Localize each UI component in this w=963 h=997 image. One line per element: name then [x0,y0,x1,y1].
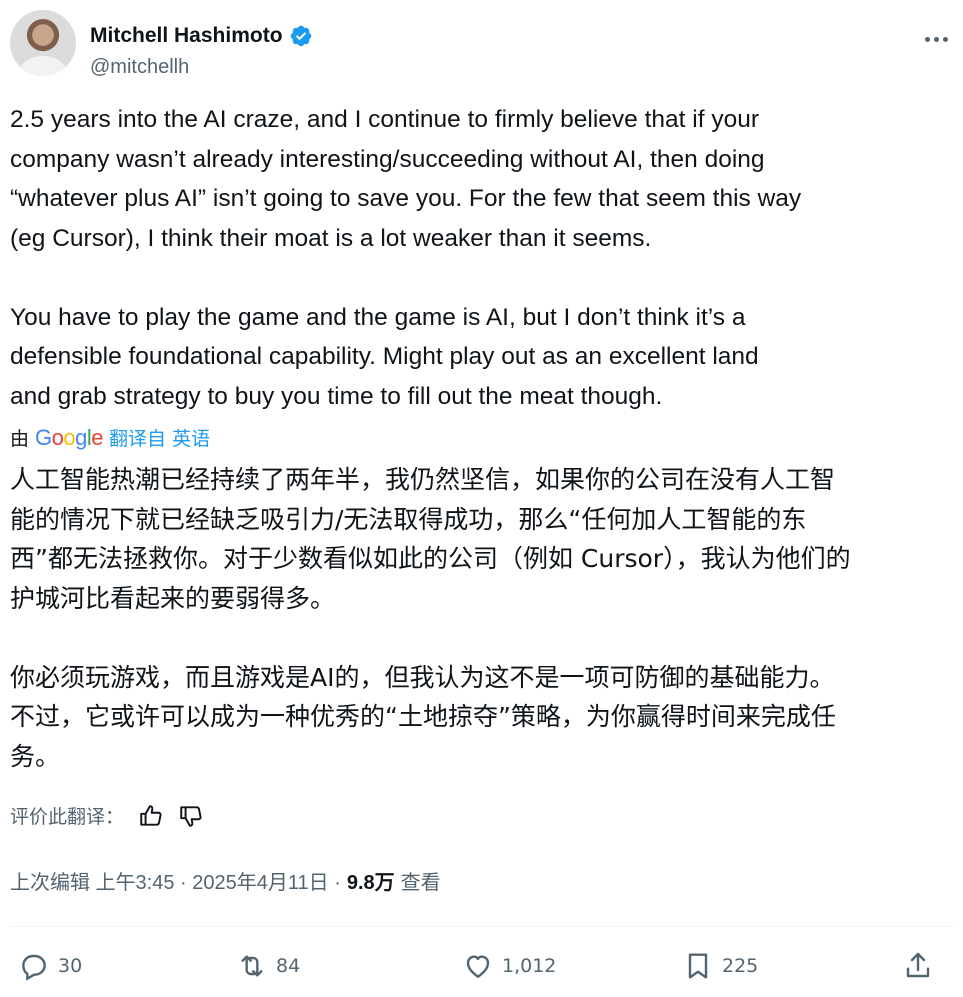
share-button[interactable] [902,950,934,982]
rate-translation: 评价此翻译： [10,802,204,829]
share-icon [906,952,930,978]
retweet-button[interactable]: 84 [236,950,300,982]
divider [10,926,953,927]
retweet-icon [241,955,263,977]
tweet-meta: 上次编辑 上午3:45 · 2025年4月11日 · 9.8万 查看 [10,866,441,895]
action-bar: 30 84 1,012 225 [10,940,953,994]
author-name-row[interactable]: Mitchell Hashimoto [90,24,313,48]
reply-count: 30 [58,955,83,977]
bookmark-icon [688,953,708,979]
thumbs-up-icon[interactable] [138,803,164,829]
retweet-count: 84 [276,955,301,977]
view-label: 查看 [400,872,441,894]
tweet-text-original: 2.5 years into the AI craze, and I conti… [10,106,802,410]
like-button[interactable]: 1,012 [462,950,556,982]
bookmark-button[interactable]: 225 [682,950,758,982]
heart-icon [466,955,490,978]
google-logo: Google [35,424,104,450]
like-count: 1,012 [502,955,557,977]
bookmark-count: 225 [722,955,759,977]
reply-button[interactable]: 30 [18,950,82,982]
thumbs-down-icon[interactable] [178,803,204,829]
translated-prefix: 由 [10,428,30,450]
tweet-header: Mitchell Hashimoto @mitchellh [10,10,953,80]
edited-timestamp[interactable]: 上次编辑 上午3:45 · 2025年4月11日 · [10,866,341,895]
verified-badge-icon [290,25,311,47]
author-handle[interactable]: @mitchellh [90,56,189,79]
avatar[interactable] [10,10,76,76]
more-options-icon[interactable] [919,22,953,56]
view-count: 9.8万 [346,872,395,894]
rate-translation-label: 评价此翻译： [10,806,125,828]
translation-attribution: 由 Google 翻译自 英语 [10,424,210,451]
tweet-text-translated: 人工智能热潮已经持续了两年半，我仍然坚信，如果你的公司在没有人工智 能的情况下就… [10,465,851,771]
translate-source-link[interactable]: 翻译自 英语 [109,424,210,451]
reply-icon [22,954,46,981]
author-name[interactable]: Mitchell Hashimoto [90,24,283,48]
